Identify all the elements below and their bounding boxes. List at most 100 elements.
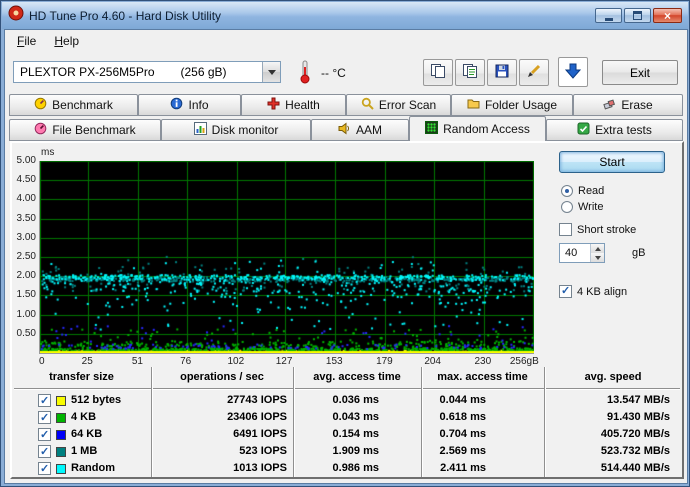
tab-erase[interactable]: Erase — [573, 94, 683, 116]
table-row: 1 MB 523 IOPS 1.909 ms 2.569 ms 523.732 … — [12, 443, 682, 460]
tab-random-access[interactable]: Random Access — [409, 116, 546, 141]
avg-access-value: 0.043 ms — [293, 409, 421, 426]
options-brush-button[interactable] — [519, 59, 549, 86]
row-checkbox[interactable] — [38, 462, 51, 475]
y-axis-unit-label: ms — [41, 147, 54, 158]
tab-aam[interactable]: AAM — [311, 119, 409, 141]
col-operations: operations / sec — [151, 371, 293, 383]
tab-label: Benchmark — [52, 98, 113, 112]
exit-button[interactable]: Exit — [602, 60, 678, 85]
short-stroke-checkbox-row[interactable]: Short stroke — [559, 223, 636, 236]
temperature-value: -- °C — [321, 66, 346, 80]
table-row: 4 KB 23406 IOPS 0.043 ms 0.618 ms 91.430… — [12, 409, 682, 426]
y-axis-label: 5.00 — [12, 155, 36, 166]
write-radio[interactable]: Write — [561, 201, 603, 213]
drive-name: PLEXTOR PX-256M5Pro — [20, 65, 155, 79]
tab-error-scan[interactable]: Error Scan — [346, 94, 451, 116]
x-axis-label: 25 — [82, 356, 93, 367]
series-color-swatch — [56, 447, 66, 457]
drive-select-dropdown-button[interactable] — [262, 62, 280, 82]
down-arrow-icon — [595, 256, 601, 260]
x-axis-label: 76 — [180, 356, 191, 367]
x-axis-label: 230 — [474, 356, 491, 367]
avg-speed-value: 13.547 MB/s — [544, 392, 682, 409]
max-access-value: 0.044 ms — [421, 392, 544, 409]
copy-text-button[interactable] — [455, 59, 485, 86]
row-checkbox[interactable] — [38, 428, 51, 441]
row-checkbox[interactable] — [38, 394, 51, 407]
x-axis-label: 204 — [424, 356, 441, 367]
read-radio-circle[interactable] — [561, 185, 573, 197]
y-axis-label: 3.00 — [12, 232, 36, 243]
tab-folder-usage[interactable]: Folder Usage — [451, 94, 573, 116]
x-axis-label: 179 — [376, 356, 393, 367]
series-color-swatch — [56, 396, 66, 406]
read-radio[interactable]: Read — [561, 185, 604, 197]
col-avg-access: avg. access time — [293, 371, 421, 383]
max-access-value: 2.411 ms — [421, 460, 544, 477]
avg-access-value: 1.909 ms — [293, 443, 421, 460]
avg-speed-value: 514.440 MB/s — [544, 460, 682, 477]
max-access-value: 0.618 ms — [421, 409, 544, 426]
kb-align-checkbox-row[interactable]: 4 KB align — [559, 285, 627, 298]
tab-label: Health — [285, 98, 320, 112]
y-axis-label: 1.00 — [12, 309, 36, 320]
copy-image-icon — [430, 63, 446, 82]
ops-value: 523 IOPS — [151, 443, 293, 460]
tab-file-benchmark[interactable]: File Benchmark — [9, 119, 161, 141]
tab-disk-monitor[interactable]: Disk monitor — [161, 119, 311, 141]
spin-down-button[interactable] — [591, 253, 604, 262]
maximize-button[interactable] — [624, 8, 651, 23]
x-axis-label: 153 — [326, 356, 343, 367]
tab-benchmark[interactable]: Benchmark — [9, 94, 138, 116]
titlebar[interactable]: HD Tune Pro 4.60 - Hard Disk Utility × — [2, 2, 688, 29]
spin-up-button[interactable] — [591, 244, 604, 253]
x-axis-label: 256gB — [510, 356, 539, 367]
down-arrow-icon — [564, 62, 582, 83]
tab-label: AAM — [356, 123, 382, 137]
start-button[interactable]: Start — [559, 151, 665, 173]
x-axis-label: 102 — [227, 356, 244, 367]
write-radio-label: Write — [578, 201, 603, 213]
menu-file[interactable]: File — [8, 31, 45, 51]
short-stroke-size-value: 40 — [560, 244, 590, 262]
menu-help[interactable]: Help — [45, 31, 88, 51]
thermometer-icon — [299, 60, 311, 89]
random-access-chart — [39, 161, 534, 354]
y-axis-label: 3.50 — [12, 213, 36, 224]
read-radio-label: Read — [578, 185, 604, 197]
save-screenshot-button[interactable] — [487, 59, 517, 86]
kb-align-checkbox[interactable] — [559, 285, 572, 298]
benchmark-icon — [34, 97, 47, 113]
app-icon — [8, 5, 24, 26]
disk-monitor-icon — [194, 122, 207, 138]
update-download-button[interactable] — [558, 57, 588, 87]
short-stroke-size-input[interactable]: 40 — [559, 243, 605, 263]
tab-health[interactable]: Health — [241, 94, 346, 116]
close-button[interactable]: × — [653, 8, 682, 23]
extra-tests-icon — [577, 122, 590, 138]
close-icon: × — [664, 10, 671, 22]
tab-extra-tests[interactable]: Extra tests — [546, 119, 683, 141]
x-axis-label: 51 — [132, 356, 143, 367]
short-stroke-checkbox[interactable] — [559, 223, 572, 236]
minimize-button[interactable] — [595, 8, 622, 23]
row-checkbox[interactable] — [38, 445, 51, 458]
write-radio-circle[interactable] — [561, 201, 573, 213]
row-label: 1 MB — [71, 443, 97, 460]
tab-label: File Benchmark — [52, 123, 135, 137]
header-separator — [14, 388, 680, 390]
tab-label: Folder Usage — [485, 98, 557, 112]
y-axis-label: 1.50 — [12, 289, 36, 300]
erase-icon — [603, 97, 616, 113]
max-access-value: 0.704 ms — [421, 426, 544, 443]
tab-info[interactable]: Info — [138, 94, 241, 116]
drive-select[interactable]: PLEXTOR PX-256M5Pro(256 gB) — [13, 61, 281, 83]
tab-row-1: Benchmark Info Health Error Scan Folder … — [9, 94, 683, 116]
short-stroke-label: Short stroke — [577, 224, 636, 236]
copy-image-button[interactable] — [423, 59, 453, 86]
ops-value: 6491 IOPS — [151, 426, 293, 443]
row-checkbox[interactable] — [38, 411, 51, 424]
row-label: 4 KB — [71, 409, 96, 426]
drive-select-value: PLEXTOR PX-256M5Pro(256 gB) — [14, 65, 262, 79]
